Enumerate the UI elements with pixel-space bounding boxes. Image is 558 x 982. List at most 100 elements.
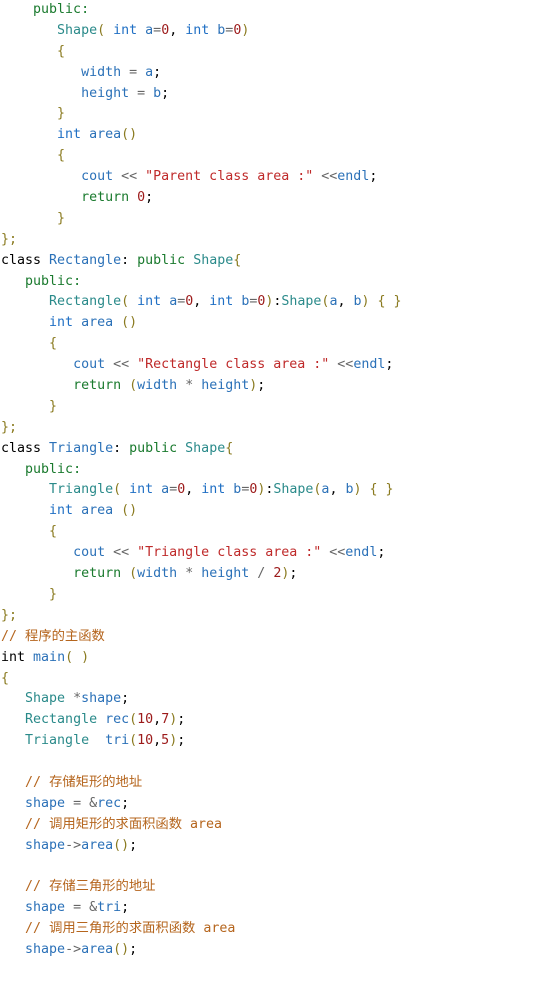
code-line: };	[0, 230, 558, 251]
code-token-num: 0	[161, 22, 170, 38]
code-token-op: =	[169, 482, 178, 498]
code-token-op: &	[89, 900, 98, 916]
code-token-plain: ;	[369, 169, 378, 185]
code-token-ident: tri	[97, 900, 122, 916]
code-line: Triangle( int a=0, int b=0):Shape(a, b) …	[0, 480, 558, 501]
code-token-brace: }	[57, 106, 66, 122]
code-token-op: <<	[321, 169, 338, 185]
code-token-plain: ;	[129, 942, 138, 958]
code-token-brace: ()	[113, 837, 130, 853]
code-token-brace: };	[1, 419, 18, 435]
code-token-brace: ()	[121, 127, 138, 143]
code-line: {	[0, 522, 558, 543]
code-token-key: int	[185, 22, 210, 38]
code-token-type: Shape	[57, 22, 98, 38]
code-token-ident: shape	[25, 900, 66, 916]
code-token-ident: a	[145, 22, 154, 38]
code-token-ident: tri	[105, 733, 130, 749]
code-token-op: =	[73, 795, 82, 811]
code-token-brace: (	[129, 712, 138, 728]
code-line: return (width * height / 2);	[0, 564, 558, 585]
code-token-ident: area	[81, 503, 114, 519]
code-token-op: =	[129, 64, 138, 80]
code-token-brace: {	[57, 43, 66, 59]
code-token-ident: area	[81, 942, 114, 958]
code-token-ident: shape	[25, 942, 66, 958]
code-token-comment: //	[25, 816, 50, 832]
code-token-brace: (	[129, 566, 138, 582]
code-token-ident: area	[81, 837, 114, 853]
code-token-op: *	[73, 691, 82, 707]
code-token-access: public	[137, 252, 186, 268]
code-token-brace: (	[129, 378, 138, 394]
code-line: Rectangle( int a=0, int b=0):Shape(a, b)…	[0, 292, 558, 313]
code-token-op: <<	[113, 357, 130, 373]
code-token-key: int	[137, 294, 162, 310]
code-token-ident: rec	[97, 795, 122, 811]
code-token-brace: {	[225, 440, 234, 456]
code-token-ident: height	[201, 566, 250, 582]
code-token-comment-cjk: 调用矩形的求面积函数	[49, 816, 183, 832]
code-line: Shape *shape;	[0, 689, 558, 710]
code-token-plain: class	[1, 440, 42, 456]
code-token-brace: ( )	[65, 649, 90, 665]
code-token-brace: )	[241, 22, 250, 38]
code-token-plain: ;	[377, 545, 386, 561]
code-token-plain: :	[113, 440, 130, 456]
code-token-comment-cjk: 存储矩形的地址	[49, 774, 143, 790]
code-line: class Rectangle: public Shape{	[0, 251, 558, 272]
code-token-plain: ;	[161, 85, 170, 101]
code-token-plain: ;	[289, 566, 298, 582]
code-line: width = a;	[0, 63, 558, 84]
code-line: return (width * height);	[0, 376, 558, 397]
code-token-ident: width	[137, 378, 178, 394]
code-token-comment: //	[25, 879, 50, 895]
code-token-op: *	[185, 566, 194, 582]
code-token-comment: //	[25, 774, 50, 790]
code-token-brace: (	[121, 294, 130, 310]
code-token-brace: {	[233, 252, 242, 268]
code-token-brace: {	[57, 148, 66, 164]
code-token-op: *	[185, 378, 194, 394]
code-line: }	[0, 104, 558, 125]
code-token-op: &	[89, 795, 98, 811]
code-token-ident: shape	[25, 837, 66, 853]
code-token-ident: height	[201, 378, 250, 394]
code-token-op: =	[137, 85, 146, 101]
code-line: int area ()	[0, 501, 558, 522]
code-line: {	[0, 146, 558, 167]
code-token-ident: rec	[105, 712, 130, 728]
code-token-brace: }	[57, 210, 66, 226]
code-token-op: <<	[329, 545, 346, 561]
code-line: cout << "Triangle class area :" <<endl;	[0, 543, 558, 564]
code-line: height = b;	[0, 84, 558, 105]
code-token-brace: ()	[121, 315, 138, 331]
